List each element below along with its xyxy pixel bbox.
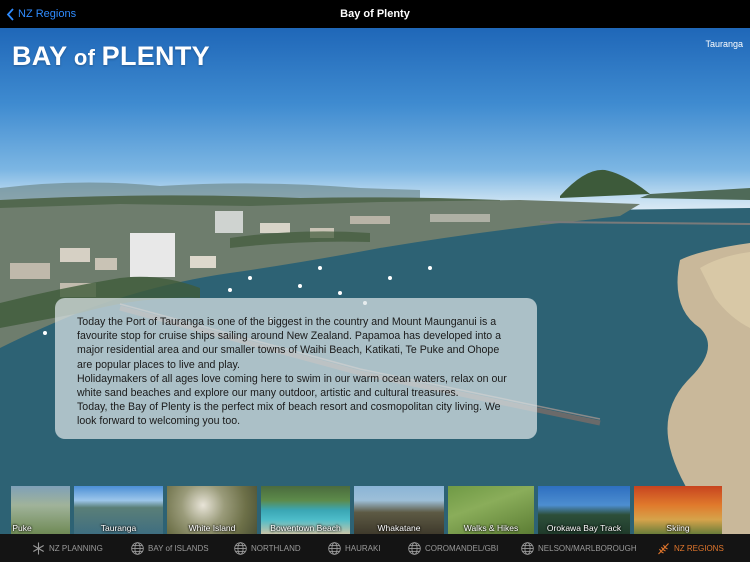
description-paragraph-2: Holidaymakers of all ages love coming he… xyxy=(77,372,507,400)
bottom-tab-bar: NZ PLANNING BAY of ISLANDS NORTHLAND HAU… xyxy=(0,534,750,562)
tab-hauraki[interactable]: HAURAKI xyxy=(328,534,381,562)
navigation-bar: NZ Regions Bay of Plenty xyxy=(0,0,750,28)
thumbnail-label: Tauranga xyxy=(100,523,137,533)
tab-bay-of-islands[interactable]: BAY of ISLANDS xyxy=(131,534,209,562)
thumbnail-orokawa-bay-track[interactable]: Orokawa Bay Track xyxy=(538,486,630,534)
tab-northland[interactable]: NORTHLAND xyxy=(234,534,301,562)
globe-icon xyxy=(521,541,534,555)
globe-icon xyxy=(131,541,144,555)
thumbnail-walks-hikes[interactable]: Walks & Hikes xyxy=(448,486,534,534)
description-paragraph-3: Today, the Bay of Plenty is the perfect … xyxy=(77,401,501,428)
tab-label: NELSON/MARLBOROUGH xyxy=(538,543,637,553)
hero-image: BAY of PLENTY Tauranga xyxy=(0,28,750,534)
globe-icon xyxy=(408,541,421,555)
tab-label: NORTHLAND xyxy=(251,543,301,553)
region-heading: BAY of PLENTY xyxy=(12,41,210,72)
thumbnail-skiing[interactable]: Skiing xyxy=(634,486,722,534)
tab-coromandel-gbi[interactable]: COROMANDEL/GBI xyxy=(408,534,498,562)
thumbnail-bowentown-beach[interactable]: Bowentown Beach xyxy=(261,486,350,534)
thumbnail-strip: Te Puke Tauranga White Island Bowentown … xyxy=(0,486,750,534)
tab-label: BAY of ISLANDS xyxy=(148,543,209,553)
thumbnail-te-puke[interactable]: Te Puke xyxy=(11,486,70,534)
page-title: Bay of Plenty xyxy=(340,8,410,20)
globe-icon xyxy=(234,541,247,555)
globe-icon xyxy=(328,541,341,555)
thumbnail-label: Bowentown Beach xyxy=(270,523,341,533)
thumbnail-white-island[interactable]: White Island xyxy=(167,486,257,534)
thumbnail-label: Walks & Hikes xyxy=(463,523,519,533)
description-panel: Today the Port of Tauranga is one of the… xyxy=(55,298,537,439)
thumbnail-whakatane[interactable]: Whakatane xyxy=(354,486,444,534)
thumbnail-label: White Island xyxy=(188,523,236,533)
tab-label: COROMANDEL/GBI xyxy=(425,543,499,553)
thumbnail-tauranga[interactable]: Tauranga xyxy=(74,486,163,534)
fern-icon xyxy=(658,542,669,554)
description-paragraph-1: Today the Port of Tauranga is one of the… xyxy=(77,316,502,371)
thumbnail-label: Whakatane xyxy=(377,523,421,533)
thumbnail-label: Orokawa Bay Track xyxy=(546,523,622,533)
tab-nelson-marlborough[interactable]: NELSON/MARLBOROUGH xyxy=(521,534,637,562)
heading-word-plenty: PLENTY xyxy=(101,41,210,71)
snowflake-icon xyxy=(33,542,44,554)
tab-label: HAURAKI xyxy=(345,543,381,553)
thumbnail-label: Te Puke xyxy=(11,523,32,533)
thumbnail-label: Skiing xyxy=(666,523,690,533)
heading-word-bay: BAY xyxy=(12,41,68,71)
tab-nz-regions[interactable]: NZ REGIONS xyxy=(657,534,724,562)
harbour-scene xyxy=(0,169,750,534)
tab-nz-planning[interactable]: NZ PLANNING xyxy=(32,534,103,562)
tab-label: NZ PLANNING xyxy=(49,543,103,553)
location-tag: Tauranga xyxy=(705,39,743,49)
tab-label: NZ REGIONS xyxy=(674,543,724,553)
heading-word-of: of xyxy=(67,45,102,70)
